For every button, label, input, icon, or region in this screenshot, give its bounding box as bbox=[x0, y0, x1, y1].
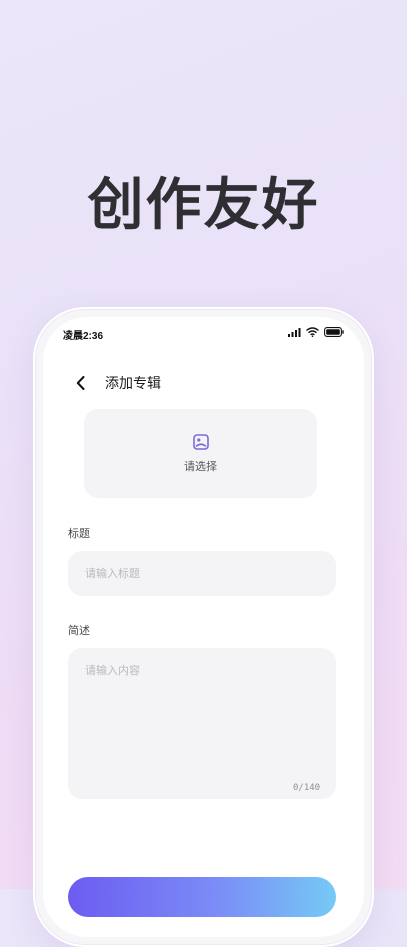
title-input[interactable] bbox=[68, 551, 336, 596]
cover-picker-label: 请选择 bbox=[184, 459, 217, 473]
submit-button[interactable] bbox=[68, 877, 336, 917]
phone-screen: 凌晨2:36 添加专辑 请选择 标题 请输入标题 简述 请输入内容 0/140 bbox=[43, 317, 364, 937]
page-title: 添加专辑 bbox=[105, 376, 161, 392]
promo-headline: 创作友好 bbox=[87, 172, 320, 238]
nav-bar: 添加专辑 bbox=[43, 367, 364, 399]
char-counter: 0/140 bbox=[293, 783, 321, 793]
status-icons bbox=[288, 327, 344, 337]
title-field-label: 标题 bbox=[68, 527, 90, 540]
status-time: 凌晨2:36 bbox=[63, 331, 104, 342]
description-input[interactable] bbox=[68, 648, 336, 799]
battery-icon bbox=[324, 327, 344, 337]
back-chevron-icon[interactable] bbox=[73, 373, 87, 393]
description-field-label: 简述 bbox=[68, 624, 90, 637]
status-bar: 凌晨2:36 bbox=[43, 317, 364, 351]
image-icon bbox=[192, 433, 209, 450]
cover-image-picker[interactable]: 请选择 bbox=[84, 409, 317, 498]
wifi-icon bbox=[306, 327, 319, 337]
signal-icon bbox=[288, 327, 301, 337]
